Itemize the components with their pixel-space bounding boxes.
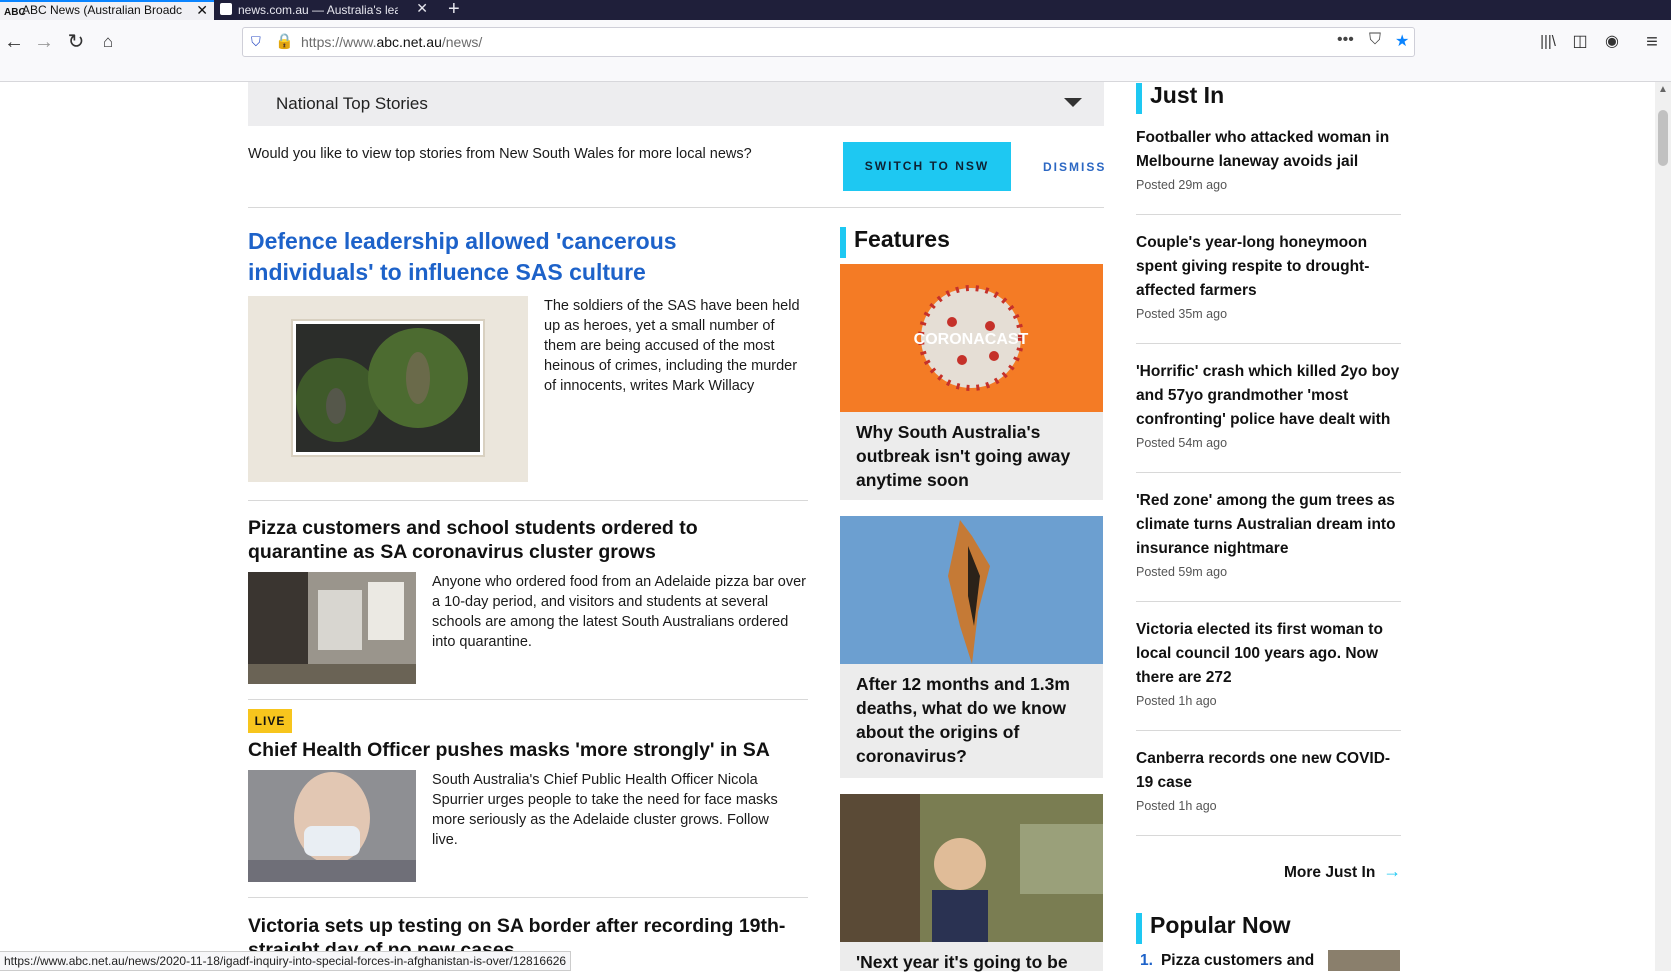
account-icon[interactable]: ◉: [1598, 28, 1626, 56]
page-actions-icon[interactable]: •••: [1337, 31, 1354, 49]
abc-favicon-icon: ABC: [4, 7, 26, 18]
tab-title: ABC News (Australian Broadcas: [22, 3, 182, 17]
lock-icon[interactable]: 🔒: [275, 32, 294, 50]
address-bar[interactable]: ⛉ 🔒 https://www.abc.net.au/news/ ••• ⛉ ★: [242, 27, 1415, 57]
scrollbar-thumb[interactable]: [1658, 110, 1668, 166]
status-bar-url: https://www.abc.net.au/news/2020-11-18/i…: [0, 951, 572, 971]
live-badge: LIVE: [248, 709, 292, 733]
dropdown-label: National Top Stories: [276, 94, 428, 113]
posted-time: Posted 29m ago: [1136, 178, 1228, 192]
story-headline[interactable]: Pizza customers and school students orde…: [248, 516, 748, 564]
reload-icon[interactable]: ↻: [62, 28, 90, 56]
posted-time: Posted 1h ago: [1136, 799, 1217, 813]
feature-title: 'Next year it's going to be: [856, 952, 1068, 972]
close-tab-icon[interactable]: ✕: [196, 2, 208, 18]
posted-time: Posted 54m ago: [1136, 436, 1228, 450]
story-image[interactable]: [248, 770, 416, 882]
sas-soldiers-image: [291, 319, 485, 457]
page-content: National Top Stories Would you like to v…: [0, 82, 1671, 972]
switch-to-nsw-button[interactable]: SWITCH TO NSW: [843, 142, 1011, 191]
new-tab-plus-icon[interactable]: +: [448, 0, 460, 21]
divider: [1136, 835, 1401, 836]
lead-story-summary: The soldiers of the SAS have been held u…: [544, 298, 800, 394]
flying-fox-bat-image: [840, 516, 1103, 664]
feature-title: After 12 months and 1.3m deaths, what do…: [856, 674, 1070, 766]
dismiss-button[interactable]: DISMISS: [1043, 160, 1106, 174]
vertical-scrollbar[interactable]: ▲: [1655, 82, 1671, 971]
url-text[interactable]: https://www.abc.net.au/news/: [301, 34, 482, 50]
close-tab-icon[interactable]: ✕: [416, 0, 428, 16]
story-image[interactable]: [248, 572, 416, 684]
just-in-item[interactable]: Couple's year-long honeymoon spent givin…: [1136, 231, 1401, 321]
pocket-icon[interactable]: ⛉: [1369, 31, 1381, 49]
posted-time: Posted 1h ago: [1136, 694, 1217, 708]
popular-item-thumbnail[interactable]: [1328, 950, 1400, 971]
home-icon[interactable]: ⌂: [94, 28, 122, 56]
feature-card[interactable]: CORONACAST Why South Australia's outbrea…: [840, 264, 1103, 500]
schoolgirl-image: [840, 794, 1103, 942]
just-in-item[interactable]: Victoria elected its first woman to loca…: [1136, 618, 1401, 708]
feature-card[interactable]: After 12 months and 1.3m deaths, what do…: [840, 516, 1103, 778]
face-mask-woman-image: [248, 770, 416, 882]
divider: [1136, 343, 1401, 344]
bookmark-star-icon[interactable]: ★: [1395, 31, 1409, 51]
library-icon[interactable]: |||\: [1534, 28, 1562, 56]
popular-item[interactable]: 1. Pizza customers and: [1140, 952, 1314, 970]
just-in-headline: Victoria elected its first woman to loca…: [1136, 621, 1383, 686]
forward-arrow-icon[interactable]: →: [30, 28, 58, 56]
just-in-item[interactable]: 'Horrific' crash which killed 2yo boy an…: [1136, 360, 1401, 450]
story-summary: South Australia's Chief Public Health Of…: [432, 772, 778, 848]
tab-title: news.com.au — Australia's lea: [238, 3, 398, 17]
sidebar-toggle-icon[interactable]: ◫: [1566, 28, 1594, 56]
back-arrow-icon[interactable]: ←: [0, 28, 28, 56]
divider: [248, 897, 808, 898]
just-in-headline: Footballer who attacked woman in Melbour…: [1136, 129, 1390, 170]
just-in-headline: Couple's year-long honeymoon spent givin…: [1136, 234, 1370, 299]
tracking-shield-icon[interactable]: ⛉: [251, 34, 261, 50]
posted-time: Posted 59m ago: [1136, 565, 1228, 579]
popular-now-heading: Popular Now: [1136, 912, 1291, 944]
just-in-headline: 'Horrific' crash which killed 2yo boy an…: [1136, 363, 1400, 428]
popular-headline: Pizza customers and: [1160, 952, 1315, 969]
just-in-item[interactable]: Canberra records one new COVID-19 case P…: [1136, 747, 1401, 813]
divider: [248, 699, 808, 700]
coronacast-image: CORONACAST: [840, 264, 1103, 412]
local-news-prompt: Would you like to view top stories from …: [248, 146, 752, 162]
tab-bar: ABC ABC News (Australian Broadcas ✕ news…: [0, 0, 1671, 20]
tab-abc-news[interactable]: ABC ABC News (Australian Broadcas ✕: [0, 0, 214, 20]
just-in-heading: Just In: [1136, 82, 1224, 114]
tab-news-com-au[interactable]: news.com.au — Australia's lea ✕: [216, 0, 434, 20]
divider: [248, 207, 1104, 208]
divider: [1136, 472, 1401, 473]
features-heading: Features: [840, 226, 950, 258]
feature-card[interactable]: 'Next year it's going to be: [840, 794, 1103, 972]
menu-hamburger-icon[interactable]: ≡: [1638, 28, 1666, 56]
pizza-bar-storefront-image: [248, 572, 416, 684]
divider: [1136, 601, 1401, 602]
navigation-toolbar: ← → ↻ ⌂ ⛉ 🔒 https://www.abc.net.au/news/…: [0, 20, 1671, 82]
top-stories-dropdown[interactable]: National Top Stories: [248, 82, 1104, 126]
lead-story-headline[interactable]: Defence leadership allowed 'cancerous in…: [248, 226, 768, 288]
more-just-in-link[interactable]: More Just In →: [1284, 861, 1401, 882]
feature-title: Why South Australia's outbreak isn't goi…: [856, 422, 1071, 490]
coronacast-overlay-text: CORONACAST: [914, 331, 1029, 348]
story-headline[interactable]: Chief Health Officer pushes masks 'more …: [248, 738, 788, 762]
lead-story-image[interactable]: [248, 296, 528, 482]
scroll-up-arrow-icon[interactable]: ▲: [1658, 84, 1668, 95]
arrow-right-icon: →: [1383, 861, 1402, 881]
story-summary: Anyone who ordered food from an Adelaide…: [432, 574, 807, 650]
divider: [248, 500, 808, 501]
just-in-headline: 'Red zone' among the gum trees as climat…: [1136, 492, 1396, 557]
just-in-headline: Canberra records one new COVID-19 case: [1136, 750, 1391, 791]
more-just-in-label: More Just In: [1284, 864, 1376, 881]
just-in-item[interactable]: 'Red zone' among the gum trees as climat…: [1136, 489, 1401, 579]
divider: [1136, 730, 1401, 731]
newscomau-favicon-icon: [220, 3, 232, 15]
caret-down-icon: [1064, 98, 1082, 107]
just-in-item[interactable]: Footballer who attacked woman in Melbour…: [1136, 126, 1401, 192]
popular-rank: 1.: [1140, 952, 1153, 969]
posted-time: Posted 35m ago: [1136, 307, 1228, 321]
divider: [1136, 214, 1401, 215]
